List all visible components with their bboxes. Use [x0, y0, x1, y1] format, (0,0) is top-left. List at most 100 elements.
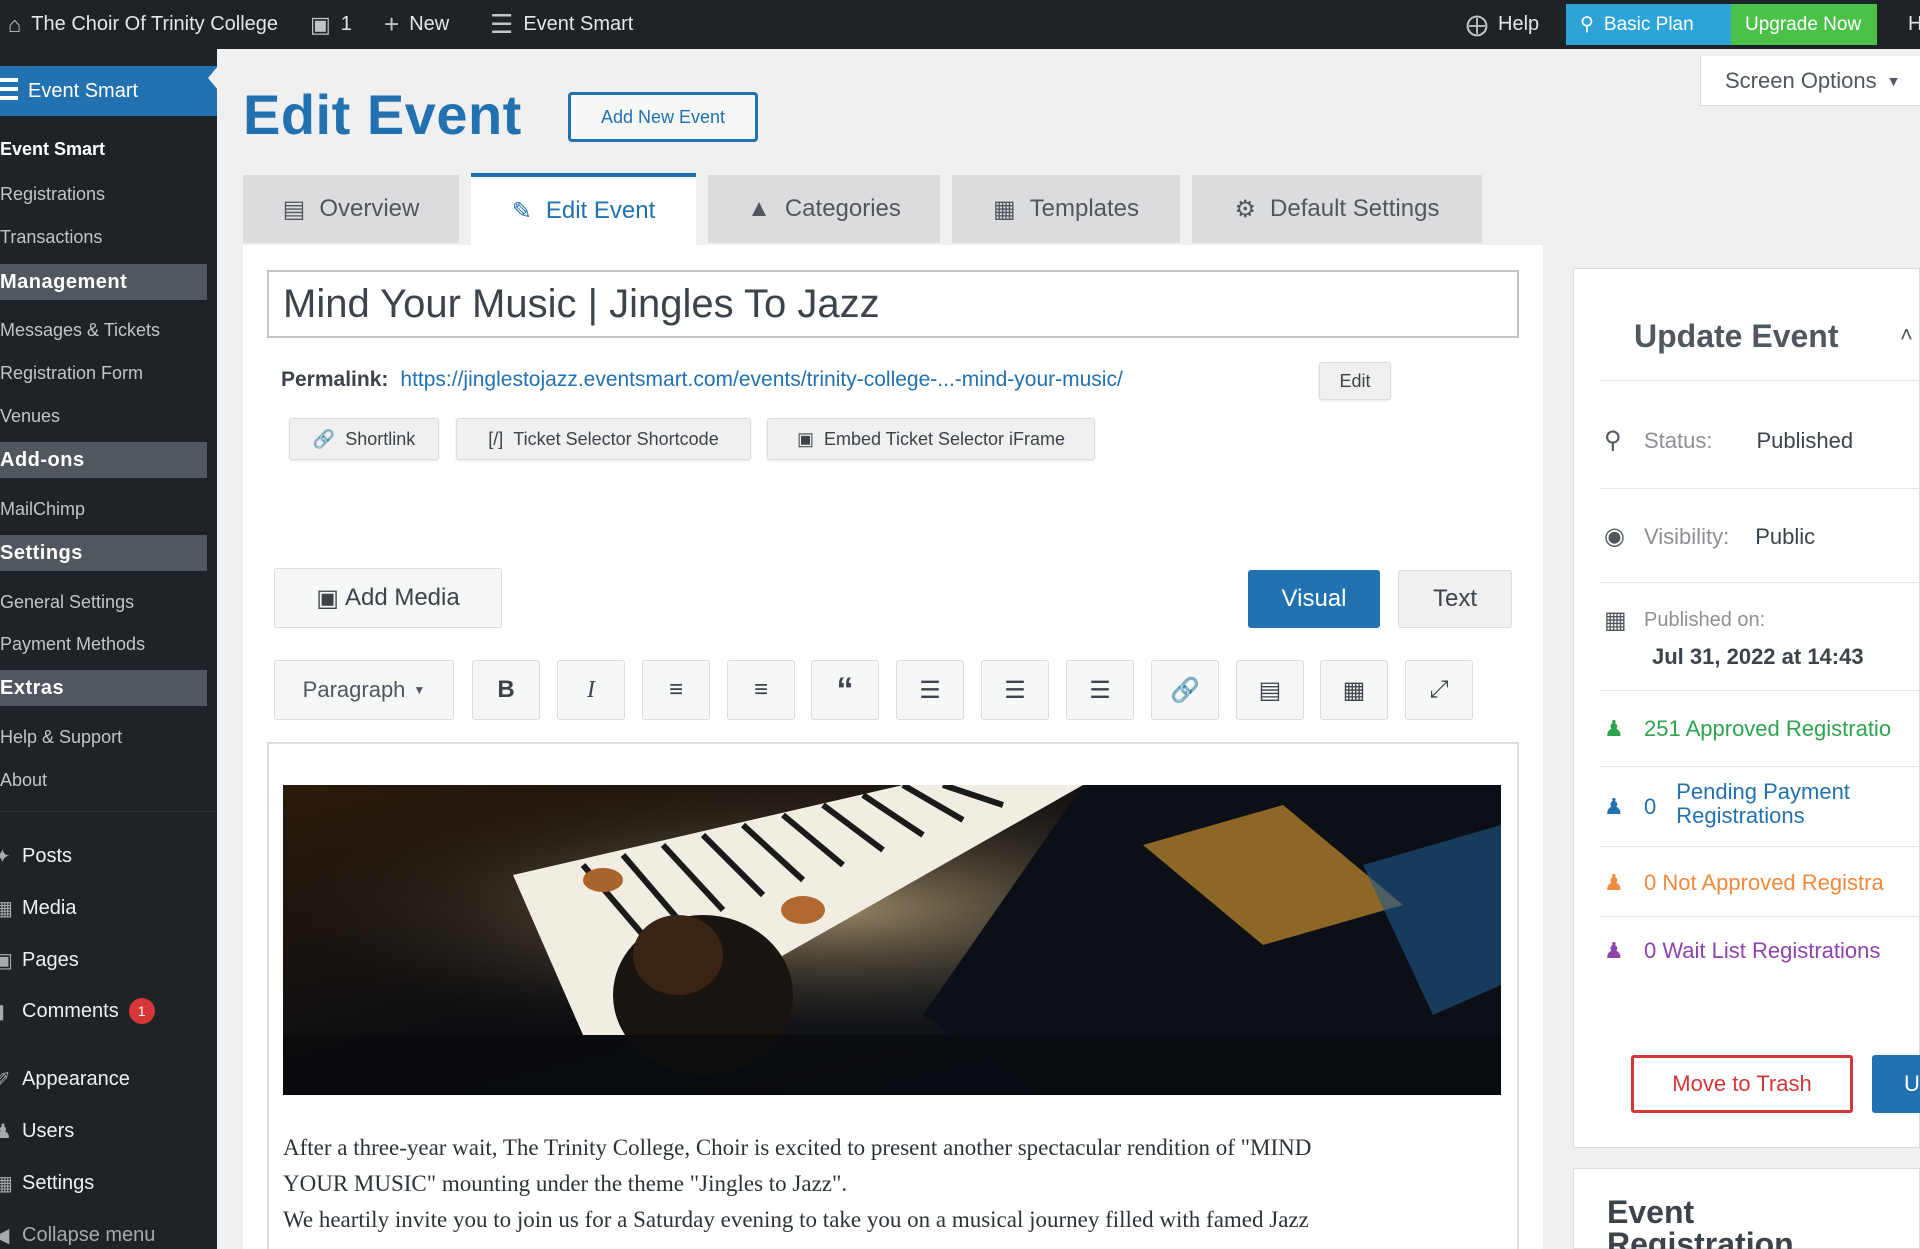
- wait-list-registrations-link[interactable]: ♟ 0 Wait List Registrations: [1604, 938, 1880, 964]
- separator: [1600, 690, 1920, 691]
- submenu-payment-methods[interactable]: Payment Methods: [0, 629, 217, 659]
- read-more-icon: ▤: [1258, 676, 1282, 704]
- site-name-link[interactable]: ⌂ The Choir Of Trinity College: [8, 0, 278, 49]
- approved-registrations-link[interactable]: ♟ 251 Approved Registratio: [1604, 716, 1891, 742]
- pending-registrations-link[interactable]: ♟ 0 Pending Payment Registrations: [1604, 780, 1850, 828]
- permalink-row: Permalink: https://jinglestojazz.eventsm…: [281, 368, 1123, 392]
- submenu-transactions[interactable]: Transactions: [0, 222, 217, 252]
- update-button[interactable]: U: [1872, 1055, 1920, 1113]
- plus-icon: +: [384, 9, 400, 39]
- align-center-button[interactable]: ☰: [981, 660, 1049, 720]
- visibility-row: ◉ Visibility: Public: [1604, 523, 1816, 550]
- calendar-icon: ▦: [1604, 607, 1627, 634]
- gear-icon: ⚙: [1234, 195, 1257, 223]
- submenu-help-support[interactable]: Help & Support: [0, 722, 217, 752]
- toolbar-toggle-button[interactable]: ▦: [1320, 660, 1388, 720]
- separator: [1600, 846, 1920, 847]
- upgrade-now-button[interactable]: Upgrade Now: [1731, 4, 1877, 45]
- howdy-link[interactable]: H: [1908, 0, 1920, 49]
- new-content-link[interactable]: + New: [384, 0, 449, 49]
- help-link[interactable]: ⨁ Help: [1466, 0, 1539, 49]
- caret-down-icon: ▼: [1886, 72, 1901, 89]
- basic-plan-badge[interactable]: ⚲ Basic Plan: [1566, 4, 1731, 45]
- published-row: ▦ Published on:: [1604, 607, 1766, 634]
- permalink-url-link[interactable]: https://jinglestojazz.eventsmart.com/eve…: [400, 368, 1122, 392]
- tab-overview[interactable]: ▤ Overview: [243, 175, 459, 243]
- update-event-box: [1573, 268, 1920, 1148]
- collapse-icon: ◀: [0, 1224, 10, 1247]
- event-description: After a three-year wait, The Trinity Col…: [283, 1135, 1312, 1232]
- numbered-list-button[interactable]: ≡: [727, 660, 795, 720]
- add-new-event-button[interactable]: Add New Event: [568, 92, 758, 142]
- sidebar-item-appearance[interactable]: ✐ Appearance: [0, 1059, 217, 1099]
- text-tab-button[interactable]: Text: [1398, 570, 1512, 628]
- paragraph-format-select[interactable]: Paragraph ▼: [274, 660, 454, 720]
- collapse-menu-button[interactable]: ◀ Collapse menu: [0, 1215, 217, 1249]
- submenu-mailchimp[interactable]: MailChimp: [0, 494, 217, 524]
- section-settings: Settings: [0, 535, 207, 571]
- sidebar-item-users[interactable]: ♟ Users: [0, 1111, 217, 1151]
- link-icon: 🔗: [312, 428, 336, 449]
- tab-categories[interactable]: ▲ Categories: [708, 175, 940, 243]
- sidebar-item-event-smart[interactable]: Event Smart: [0, 66, 217, 116]
- italic-button[interactable]: I: [557, 660, 625, 720]
- admin-sidebar: Event Smart Event Smart Registrations Tr…: [0, 49, 217, 1249]
- submenu-registrations[interactable]: Registrations: [0, 179, 217, 209]
- bullet-list-button[interactable]: ≡: [642, 660, 710, 720]
- comments-link[interactable]: ▣ 1: [310, 0, 352, 49]
- bullet-list-icon: ≡: [668, 676, 683, 703]
- quote-icon: “: [836, 670, 854, 709]
- add-media-icon: ▣: [316, 584, 339, 612]
- section-extras: Extras: [0, 670, 207, 706]
- visual-tab-button[interactable]: Visual: [1248, 570, 1380, 628]
- event-registration-title: Event Registration: [1607, 1194, 1794, 1249]
- tab-templates[interactable]: ▦ Templates: [952, 175, 1180, 243]
- event-smart-link[interactable]: ☰ Event Smart: [490, 0, 633, 49]
- sidebar-item-settings[interactable]: ▦ Settings: [0, 1163, 217, 1203]
- move-to-trash-button[interactable]: Move to Trash: [1631, 1055, 1853, 1113]
- list-icon: ▤: [282, 195, 306, 223]
- update-event-title: Update Event: [1634, 318, 1839, 354]
- submenu-general-settings[interactable]: General Settings: [0, 587, 217, 617]
- add-media-button[interactable]: ▣ Add Media: [274, 568, 502, 628]
- collapse-box-icon[interactable]: ˄: [1900, 322, 1913, 348]
- align-right-button[interactable]: ☰: [1066, 660, 1134, 720]
- ticket-selector-shortcode-button[interactable]: [/] Ticket Selector Shortcode: [456, 418, 751, 460]
- comments-count-badge: 1: [128, 998, 155, 1024]
- embed-iframe-button[interactable]: ▣ Embed Ticket Selector iFrame: [767, 418, 1095, 460]
- permalink-edit-button[interactable]: Edit: [1319, 362, 1391, 400]
- submenu-registration-form[interactable]: Registration Form: [0, 358, 217, 388]
- active-arrow: [208, 66, 217, 90]
- embed-icon: ▣: [796, 428, 814, 449]
- screen-options-toggle[interactable]: Screen Options ▼: [1700, 56, 1920, 106]
- blockquote-button[interactable]: “: [811, 660, 879, 720]
- shortlink-button[interactable]: 🔗 Shortlink: [289, 418, 439, 460]
- sidebar-item-posts[interactable]: ✦ Posts: [0, 836, 217, 876]
- bold-button[interactable]: B: [472, 660, 540, 720]
- users-icon: ♟: [0, 1120, 12, 1143]
- menu-bars-icon: [0, 78, 18, 104]
- sidebar-item-pages[interactable]: ▣ Pages: [0, 940, 217, 980]
- submenu-messages-tickets[interactable]: Messages & Tickets: [0, 315, 217, 345]
- submenu-event-smart[interactable]: Event Smart: [0, 134, 217, 164]
- group-icon: ♟: [1604, 938, 1624, 963]
- event-title-input[interactable]: Mind Your Music | Jingles To Jazz: [267, 270, 1519, 338]
- keyboard-icon: ▦: [1342, 676, 1366, 704]
- align-left-icon: ☰: [919, 676, 941, 704]
- separator: [1600, 766, 1920, 767]
- read-more-button[interactable]: ▤: [1236, 660, 1304, 720]
- submenu-about[interactable]: About: [0, 765, 217, 795]
- brush-icon: ✐: [0, 1068, 11, 1091]
- published-date: Jul 31, 2022 at 14:43: [1652, 644, 1864, 669]
- align-left-button[interactable]: ☰: [896, 660, 964, 720]
- fullscreen-button[interactable]: ⤢: [1405, 660, 1473, 720]
- not-approved-registrations-link[interactable]: ♟ 0 Not Approved Registra: [1604, 870, 1884, 896]
- sitemap-icon: ▲: [747, 195, 771, 222]
- tab-default-settings[interactable]: ⚙ Default Settings: [1192, 175, 1482, 243]
- sidebar-item-media[interactable]: ▦ Media: [0, 888, 217, 928]
- insert-link-button[interactable]: 🔗: [1151, 660, 1219, 720]
- piano-photo: [283, 785, 1501, 1095]
- submenu-venues[interactable]: Venues: [0, 401, 217, 431]
- tab-edit-event[interactable]: ✎ Edit Event: [471, 173, 696, 245]
- sidebar-item-comments[interactable]: ▮Comments 1: [0, 991, 217, 1031]
